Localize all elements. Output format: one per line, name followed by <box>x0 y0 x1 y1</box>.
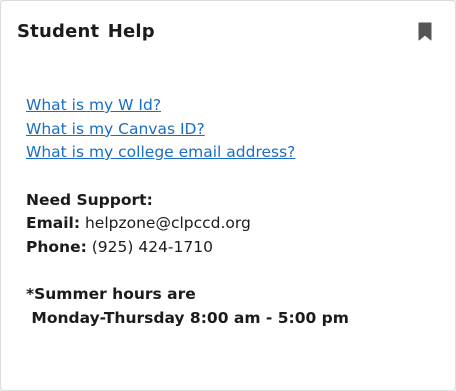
email-line: Email: helpzone@clpccd.org <box>26 212 349 236</box>
student-help-card: Student Help What is my W Id? What is my… <box>0 0 456 391</box>
bookmark-icon[interactable] <box>418 22 432 41</box>
link-canvas-id[interactable]: What is my Canvas ID? <box>26 118 349 142</box>
email-value: helpzone@clpccd.org <box>84 214 251 232</box>
phone-line: Phone: (925) 424-1710 <box>26 236 349 260</box>
phone-value: (925) 424-1710 <box>91 237 213 256</box>
hours-line-1: *Summer hours are <box>26 285 196 303</box>
link-w-id[interactable]: What is my W Id? <box>26 94 349 118</box>
phone-label: Phone: <box>26 237 87 256</box>
support-heading: Need Support: <box>26 190 153 209</box>
card-title: Student Help <box>17 21 155 42</box>
link-college-email[interactable]: What is my college email address? <box>26 141 349 165</box>
card-content: What is my W Id? What is my Canvas ID? W… <box>26 94 349 330</box>
hours-line-2: Monday-Thursday 8:00 am - 5:00 pm <box>26 308 349 327</box>
email-label: Email: <box>26 214 81 232</box>
help-links: What is my W Id? What is my Canvas ID? W… <box>26 94 349 165</box>
